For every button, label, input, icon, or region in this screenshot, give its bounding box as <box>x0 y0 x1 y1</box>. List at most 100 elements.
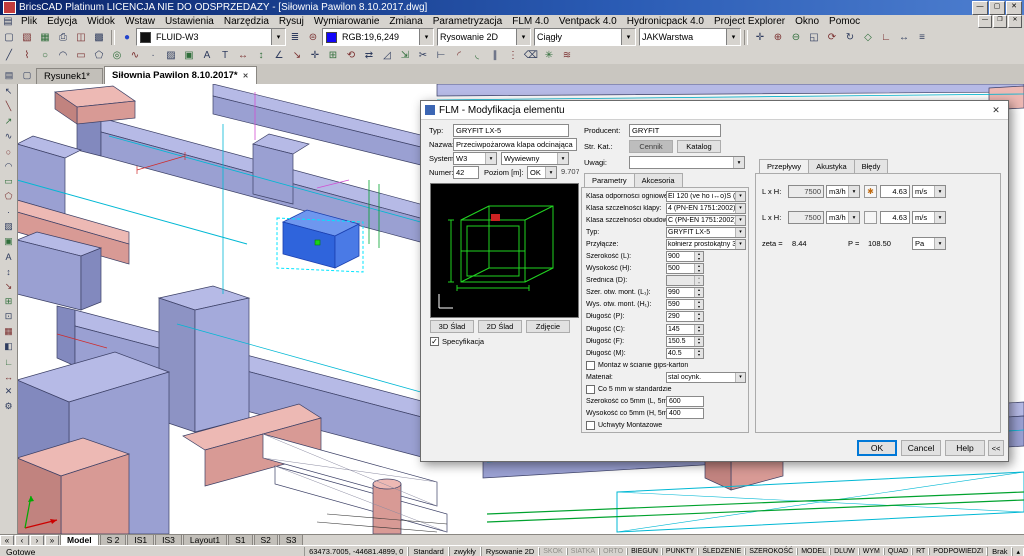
param-checkbox-mounting-brackets[interactable] <box>586 421 595 430</box>
dim-angular-icon[interactable]: ∠ <box>270 47 288 63</box>
menu-okno[interactable]: Okno <box>790 16 824 27</box>
rectangle-icon[interactable]: ▭ <box>1 174 16 189</box>
preview-photo-button[interactable]: Zdjęcie <box>526 320 570 333</box>
chevron-down-icon[interactable]: ▾ <box>419 29 433 45</box>
workspace-combobox[interactable]: Rysowanie 2D ▾ <box>437 28 531 46</box>
tab-rysunek1[interactable]: Rysunek1* <box>36 68 103 84</box>
close-icon[interactable]: ✕ <box>984 105 1008 116</box>
layer-combobox[interactable]: FLUID-W3 ▾ <box>136 28 286 46</box>
solid-icon[interactable]: ◧ <box>1 339 16 354</box>
dialog-title-bar[interactable]: FLM - Modyfikacja elementu ✓ ✕ <box>421 101 1008 120</box>
velocity-row1-unit-select[interactable]: m/s ▾ <box>912 185 946 198</box>
param-spinner-mount-open-height[interactable]: 590▴▾ <box>666 299 704 310</box>
menu-ustawienia[interactable]: Ustawienia <box>160 16 219 27</box>
status-toggle[interactable]: RT <box>912 548 929 555</box>
settings-icon[interactable]: ⚙ <box>1 399 16 414</box>
fillet-icon[interactable]: ◜ <box>450 47 468 63</box>
velocity-row2-unit-select[interactable]: m/s ▾ <box>912 211 946 224</box>
status-toggle[interactable]: DLUW <box>830 548 859 555</box>
polygon-icon[interactable]: ⬠ <box>90 47 108 63</box>
katalog-button[interactable]: Katalog <box>677 140 721 153</box>
print-icon[interactable]: ⎙ <box>54 29 72 45</box>
menu-rysuj[interactable]: Rysuj <box>274 16 309 27</box>
hatch-icon[interactable]: ▨ <box>1 219 16 234</box>
velocity-row2-value[interactable]: 4.63 <box>880 211 910 224</box>
extend-icon[interactable]: ⊢ <box>432 47 450 63</box>
menu-ventpack[interactable]: Ventpack 4.0 <box>554 16 622 27</box>
chevron-up-icon[interactable]: ▴ <box>1012 548 1024 556</box>
nazwa-field[interactable]: Przeciwpożarowa klapa odcinająca <box>453 138 577 151</box>
chevron-down-icon[interactable]: ▾ <box>735 192 745 201</box>
param-spinner-diameter-d[interactable]: ▴▾ <box>666 275 704 286</box>
param-checkbox-mount-gips-karton[interactable] <box>586 361 595 370</box>
region-icon[interactable]: ▣ <box>1 234 16 249</box>
mdi-restore-button[interactable]: ❐ <box>993 15 1007 28</box>
pan-icon[interactable]: ✛ <box>751 29 769 45</box>
chevron-down-icon[interactable]: ▾ <box>557 153 568 164</box>
tab-silownia-pawilon[interactable]: Siłownia Pawilon 8.10.2017*✕ <box>104 66 257 84</box>
param-input-width-per-5mm[interactable]: 600 <box>666 396 704 407</box>
pressure-unit-select[interactable]: Pa ▾ <box>912 237 946 250</box>
properties-icon[interactable]: ≡ <box>913 29 931 45</box>
new-tab-icon[interactable]: ▢ <box>20 68 34 82</box>
dimension-icon[interactable]: ↕ <box>1 264 16 279</box>
status-toggle[interactable]: MODEL <box>797 548 830 555</box>
chevron-down-icon[interactable]: ▾ <box>621 29 635 45</box>
dim-vertical-icon[interactable]: ↕ <box>252 47 270 63</box>
menu-pomoc[interactable]: Pomoc <box>824 16 865 27</box>
text-icon[interactable]: A <box>198 47 216 63</box>
param-select-material[interactable]: stal ocynk.▾ <box>666 372 746 383</box>
explode-icon[interactable]: ✳ <box>540 47 558 63</box>
tab-przeplywy-akustyka-bledy[interactable]: Błędy <box>854 159 889 173</box>
linetype-combobox[interactable]: Ciągły ▾ <box>534 28 636 46</box>
ellipse-icon[interactable]: ◎ <box>108 47 126 63</box>
coordinates-readout[interactable]: 63473.7005, -44681.4899, 0 <box>304 547 408 556</box>
menu-flm[interactable]: FLM 4.0 <box>507 16 554 27</box>
spline-icon[interactable]: ∿ <box>126 47 144 63</box>
text-icon[interactable]: A <box>1 249 16 264</box>
move-icon[interactable]: ✛ <box>306 47 324 63</box>
chevron-down-icon[interactable]: ▾ <box>848 212 859 223</box>
ray-icon[interactable]: ↗ <box>1 114 16 129</box>
element-preview-3d[interactable] <box>430 183 579 318</box>
regen-icon[interactable]: ↻ <box>841 29 859 45</box>
help-button[interactable]: Help <box>945 440 985 456</box>
rectangle-icon[interactable]: ▭ <box>72 47 90 63</box>
measure-icon[interactable]: ↔ <box>1 369 16 384</box>
point-icon[interactable]: · <box>1 204 16 219</box>
preview-3d-button[interactable]: 3D Ślad <box>430 320 474 333</box>
chevron-down-icon[interactable]: ▾ <box>735 373 745 382</box>
hatch-icon[interactable]: ▨ <box>162 47 180 63</box>
mtext-icon[interactable]: T <box>216 47 234 63</box>
status-toggle[interactable]: SZEROKOŚĆ <box>745 548 797 555</box>
save-icon[interactable]: ▦ <box>36 29 54 45</box>
close-button[interactable]: ✕ <box>1006 1 1022 15</box>
erase-icon[interactable]: ✕ <box>1 384 16 399</box>
new-icon[interactable]: ▢ <box>0 29 18 45</box>
param-spinner-length-f[interactable]: 150.5▴▾ <box>666 336 704 347</box>
title-bar[interactable]: BricsCAD Platinum LICENCJA NIE DO ODSPRZ… <box>0 0 1024 15</box>
line-icon[interactable]: ╱ <box>0 47 18 63</box>
point-icon[interactable]: ∙ <box>144 47 162 63</box>
zoom-in-icon[interactable]: ⊕ <box>769 29 787 45</box>
ok-button[interactable]: OK <box>857 440 897 456</box>
chevron-down-icon[interactable]: ▾ <box>934 186 945 197</box>
preview-2d-button[interactable]: 2D Ślad <box>478 320 522 333</box>
status-field[interactable]: Rysowanie 2D <box>481 547 539 556</box>
param-select-damper-tightness-class[interactable]: 4 (PN-EN 1751:2002)▾ <box>666 203 746 214</box>
arc-icon[interactable]: ◠ <box>54 47 72 63</box>
menu-hydronicpack[interactable]: Hydronicpack 4.0 <box>622 16 709 27</box>
menu-parametryzacja[interactable]: Parametryzacja <box>428 16 507 27</box>
status-toggle[interactable]: ŚLEDZENIE <box>698 548 745 555</box>
maximize-button[interactable]: ▢ <box>989 1 1005 15</box>
mdi-close-button[interactable]: ✕ <box>1008 15 1022 28</box>
status-field[interactable]: Standard <box>408 547 448 556</box>
grip-point[interactable] <box>315 240 320 245</box>
line-icon[interactable]: ╲ <box>1 99 16 114</box>
producent-field[interactable]: GRYFIT <box>629 124 721 137</box>
menu-widok[interactable]: Widok <box>82 16 120 27</box>
mirror-icon[interactable]: ⇄ <box>360 47 378 63</box>
velocity-row1-value[interactable]: 4.63 <box>880 185 910 198</box>
param-select-type[interactable]: GRYFIT LX-5▾ <box>666 227 746 238</box>
status-toggle[interactable]: PODPOWIEDZI <box>929 548 987 555</box>
